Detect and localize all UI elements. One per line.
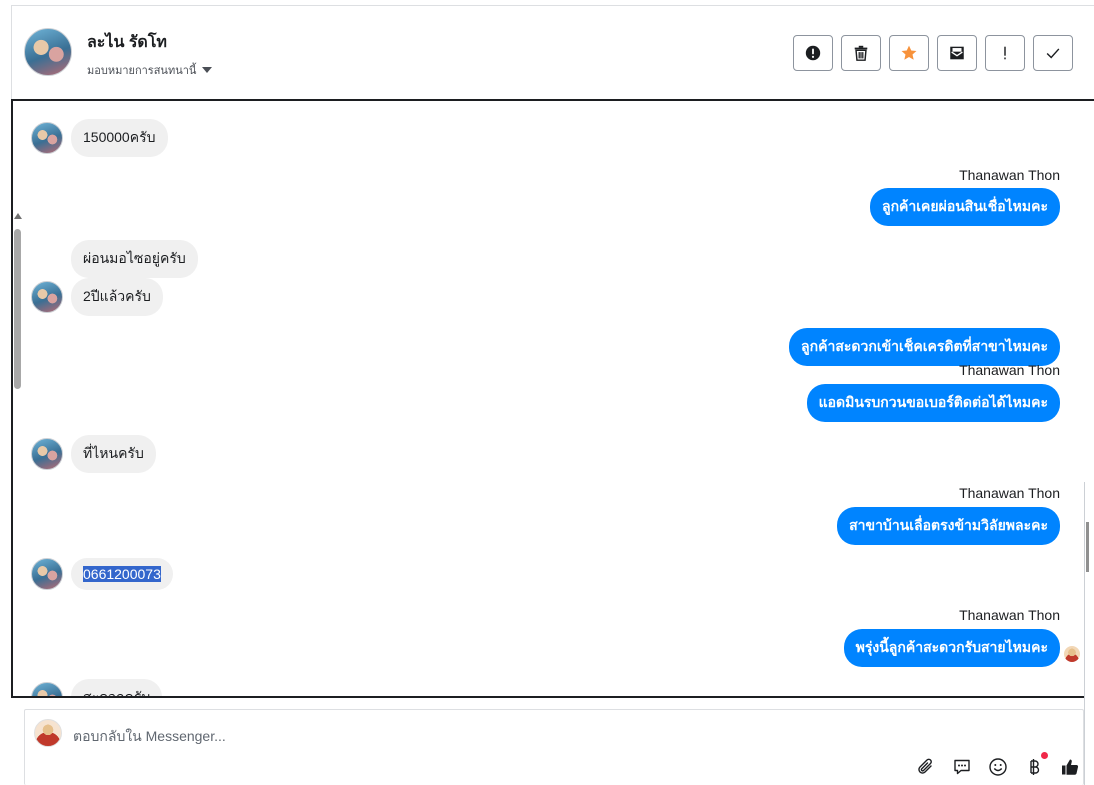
outgoing-message[interactable]: พรุ่งนี้ลูกค้าสะดวกรับสายไหมคะ bbox=[843, 629, 1060, 667]
sender-name: Thanawan Thon bbox=[959, 607, 1060, 623]
incoming-message[interactable]: 0661200073 bbox=[71, 558, 173, 590]
message-row: ลูกค้าสะดวกเข้าเช็คเครดิตที่สาขาไหมคะ bbox=[789, 328, 1060, 366]
scroll-up-icon[interactable] bbox=[14, 213, 22, 219]
caret-down-icon bbox=[202, 67, 213, 73]
report-spam-button[interactable] bbox=[793, 35, 833, 71]
incoming-message[interactable]: 150000ครับ bbox=[71, 119, 168, 157]
assign-label: มอบหมายการสนทนานี้ bbox=[87, 65, 197, 77]
saved-replies-button[interactable] bbox=[951, 756, 973, 778]
sender-avatar bbox=[31, 558, 63, 590]
header-actions bbox=[793, 35, 1073, 71]
sender-avatar bbox=[31, 438, 63, 470]
incoming-message[interactable]: สะดวกครับ bbox=[71, 679, 163, 696]
outgoing-message[interactable]: สาขาบ้านเลื่อตรงข้ามวิลัยพละคะ bbox=[837, 507, 1060, 545]
sender-avatar bbox=[31, 122, 63, 154]
composer-tools bbox=[915, 752, 1081, 778]
message-thread[interactable]: 150000ครับ Thanawan Thon ลูกค้าเคยผ่อนสิ… bbox=[11, 99, 1094, 698]
incoming-message[interactable]: ผ่อนมอไซอยู่ครับ bbox=[71, 240, 198, 278]
sender-name: Thanawan Thon bbox=[959, 485, 1060, 501]
baht-icon bbox=[1030, 759, 1040, 775]
smiley-icon bbox=[989, 758, 1007, 776]
check-icon bbox=[1046, 48, 1060, 59]
star-icon bbox=[901, 45, 917, 60]
sender-name: Thanawan Thon bbox=[959, 167, 1060, 183]
mark-unread-button[interactable] bbox=[937, 35, 977, 71]
notification-dot bbox=[1041, 752, 1048, 759]
chat-bubble-icon bbox=[954, 759, 970, 775]
outgoing-message[interactable]: ลูกค้าสะดวกเข้าเช็คเครดิตที่สาขาไหมคะ bbox=[789, 328, 1060, 366]
contact-name[interactable]: ละไน รัดโท bbox=[87, 30, 167, 55]
message-row: ผ่อนมอไซอยู่ครับ bbox=[71, 240, 198, 278]
like-button[interactable] bbox=[1059, 756, 1081, 778]
attach-button[interactable] bbox=[915, 756, 937, 778]
seen-indicator-avatar bbox=[1064, 646, 1080, 662]
message-row: ที่ไหนครับ bbox=[31, 435, 156, 473]
page-avatar bbox=[34, 719, 62, 747]
sender-name: Thanawan Thon bbox=[959, 362, 1060, 378]
assign-conversation-dropdown[interactable]: มอบหมายการสนทนานี้ bbox=[87, 61, 213, 79]
payment-button[interactable] bbox=[1023, 752, 1048, 778]
side-panel-edge bbox=[1084, 482, 1094, 785]
side-panel-scrollbar[interactable] bbox=[1086, 522, 1089, 572]
exclamation-icon bbox=[1004, 46, 1006, 60]
mark-important-button[interactable] bbox=[985, 35, 1025, 71]
paperclip-icon bbox=[918, 758, 932, 774]
thread-scrollbar[interactable] bbox=[13, 211, 22, 391]
alert-circle-icon bbox=[805, 45, 821, 61]
message-row: 0661200073 bbox=[31, 558, 173, 590]
envelope-icon bbox=[950, 46, 964, 60]
outgoing-message[interactable]: ลูกค้าเคยผ่อนสินเชื่อไหมคะ bbox=[869, 188, 1060, 226]
conversation-header: ละไน รัดโท มอบหมายการสนทนานี้ bbox=[12, 6, 1094, 99]
scrollbar-thumb[interactable] bbox=[14, 229, 21, 389]
outgoing-message[interactable]: แอดมินรบกวนขอเบอร์ติดต่อได้ไหมคะ bbox=[806, 384, 1060, 422]
trash-icon bbox=[854, 45, 868, 61]
mark-done-button[interactable] bbox=[1033, 35, 1073, 71]
message-row: สาขาบ้านเลื่อตรงข้ามวิลัยพละคะ bbox=[837, 507, 1060, 545]
selected-text[interactable]: 0661200073 bbox=[83, 566, 161, 582]
delete-button[interactable] bbox=[841, 35, 881, 71]
sender-avatar bbox=[31, 682, 63, 696]
message-row: พรุ่งนี้ลูกค้าสะดวกรับสายไหมคะ bbox=[843, 629, 1060, 667]
thumbs-up-icon bbox=[1062, 759, 1079, 775]
message-row: สะดวกครับ bbox=[31, 679, 163, 696]
emoji-button[interactable] bbox=[987, 756, 1009, 778]
incoming-message[interactable]: ที่ไหนครับ bbox=[71, 435, 156, 473]
reply-input[interactable]: ตอบกลับใน Messenger... bbox=[73, 726, 226, 748]
reply-composer[interactable]: ตอบกลับใน Messenger... bbox=[24, 709, 1084, 785]
sender-avatar bbox=[31, 281, 63, 313]
contact-avatar[interactable] bbox=[24, 28, 72, 76]
message-row: 150000ครับ bbox=[31, 119, 168, 157]
incoming-message[interactable]: 2ปีแล้วครับ bbox=[71, 278, 163, 316]
message-row: แอดมินรบกวนขอเบอร์ติดต่อได้ไหมคะ bbox=[806, 384, 1060, 422]
star-button[interactable] bbox=[889, 35, 929, 71]
message-row: 2ปีแล้วครับ bbox=[31, 278, 163, 316]
message-row: ลูกค้าเคยผ่อนสินเชื่อไหมคะ bbox=[869, 188, 1060, 226]
